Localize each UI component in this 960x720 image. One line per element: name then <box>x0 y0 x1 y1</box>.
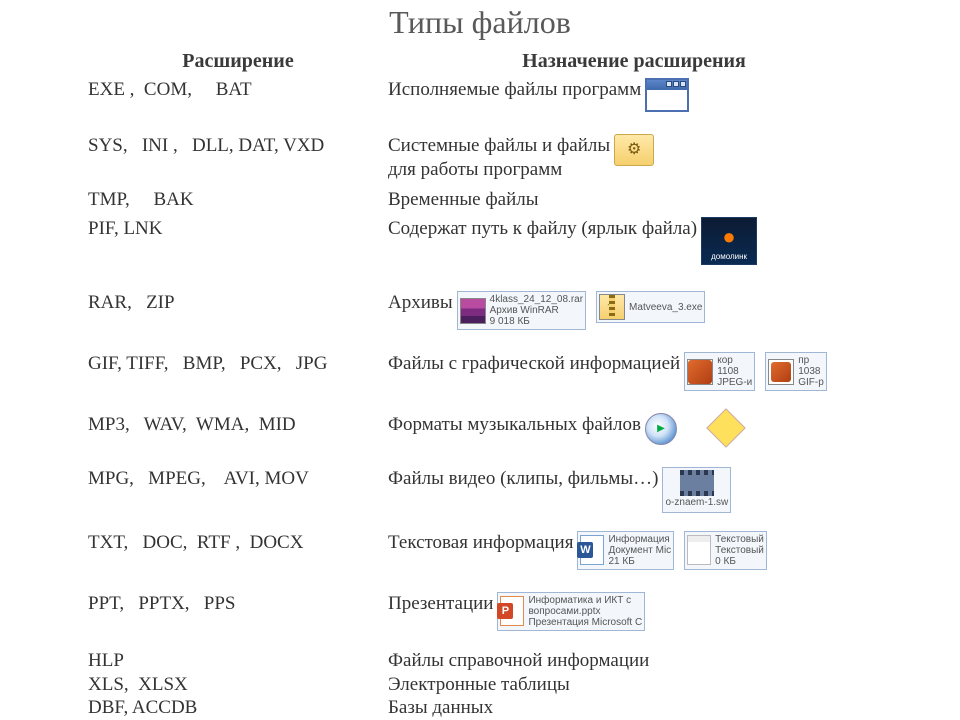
extension-cell: MP3, WAV, WMA, MID <box>88 413 388 437</box>
description-cell: Системные файлы и файлы для работы прогр… <box>388 134 610 182</box>
description-cell: Файлы с графической информацией <box>388 352 680 376</box>
extension-cell: HLP <box>88 649 388 673</box>
word-file-icon: Информация Документ Mic 21 КБ <box>577 531 674 570</box>
table-row: DBF, ACCDB Базы данных <box>88 696 920 720</box>
file-name: Информация <box>608 534 671 545</box>
jpeg-file-icon: кор 1108 JPEG-и <box>684 352 755 391</box>
header-extension: Расширение <box>88 50 388 73</box>
table-row: SYS, INI , DLL, DAT, VXD Системные файлы… <box>88 134 920 182</box>
table-row: MPG, MPEG, AVI, MOV Файлы видео (клипы, … <box>88 467 920 513</box>
table-row: PPT, PPTX, PPS Презентации Информатика и… <box>88 592 920 631</box>
extension-cell: PPT, PPTX, PPS <box>88 592 388 616</box>
video-file-icon: o-znaem-1.sw <box>662 467 731 513</box>
extension-cell: EXE , COM, BAT <box>88 78 388 102</box>
gif-file-icon: пр 1038 GIF-р <box>765 352 827 391</box>
ppt-file-icon: Информатика и ИКТ с вопросами.pptx Презе… <box>497 592 645 631</box>
file-name: Информатика и ИКТ с <box>528 595 642 606</box>
table-row: RAR, ZIP Архивы 4klass_24_12_08.rar Архи… <box>88 291 920 330</box>
table-row: EXE , COM, BAT Исполняемые файлы програм… <box>88 78 920 112</box>
description-cell: Текстовая информация <box>388 531 573 555</box>
file-name: o-znaem-1.sw <box>665 497 728 510</box>
description-cell: Архивы <box>388 291 453 315</box>
description-cell: Презентации <box>388 592 493 616</box>
file-name: Matveeva_3.exe <box>629 302 702 313</box>
table-header: Расширение Назначение расширения <box>88 50 880 73</box>
window-icon <box>645 78 689 112</box>
file-name: пр <box>798 355 824 366</box>
rar-file-icon: 4klass_24_12_08.rar Архив WinRAR 9 018 К… <box>457 291 586 330</box>
extension-cell: PIF, LNK <box>88 217 388 241</box>
table-row: XLS, XLSX Электронные таблицы <box>88 673 920 697</box>
file-size: 9 018 КБ <box>490 316 583 327</box>
zip-file-icon: Matveeva_3.exe <box>596 291 705 323</box>
extension-cell: SYS, INI , DLL, DAT, VXD <box>88 134 388 158</box>
txt-file-icon: Текстовый Текстовый 0 КБ <box>684 531 767 570</box>
table-row: GIF, TIFF, BMP, PCX, JPG Файлы с графиче… <box>88 352 920 391</box>
table-row: HLP Файлы справочной информации <box>88 649 920 673</box>
extension-cell: XLS, XLSX <box>88 673 388 697</box>
table-row: MP3, WAV, WMA, MID Форматы музыкальных ф… <box>88 413 920 445</box>
extension-cell: MPG, MPEG, AVI, MOV <box>88 467 388 491</box>
description-cell: Содержат путь к файлу (ярлык файла) <box>388 217 697 241</box>
description-cell: Форматы музыкальных файлов <box>388 413 641 437</box>
description-cell: Исполняемые файлы программ <box>388 78 641 102</box>
description-cell: Файлы видео (клипы, фильмы…) <box>388 467 658 491</box>
file-type: Архив WinRAR <box>490 305 583 316</box>
table-row: TXT, DOC, RTF , DOCX Текстовая информаци… <box>88 531 920 570</box>
table-body: EXE , COM, BAT Исполняемые файлы програм… <box>88 78 920 720</box>
system-folder-icon <box>614 134 654 166</box>
file-name: 4klass_24_12_08.rar <box>490 294 583 305</box>
extension-cell: GIF, TIFF, BMP, PCX, JPG <box>88 352 388 376</box>
description-cell: Временные файлы <box>388 188 539 212</box>
extension-cell: RAR, ZIP <box>88 291 388 315</box>
description-cell: Электронные таблицы <box>388 673 570 697</box>
file-name: Текстовый <box>715 534 764 545</box>
extension-cell: DBF, ACCDB <box>88 696 388 720</box>
extension-cell: TMP, BAK <box>88 188 388 212</box>
page-title: Типы файлов <box>0 4 960 41</box>
header-description: Назначение расширения <box>388 50 880 73</box>
extension-cell: TXT, DOC, RTF , DOCX <box>88 531 388 555</box>
media-player-icon <box>645 413 677 445</box>
shortcut-icon: домолинк <box>701 217 757 265</box>
music-tag-icon <box>711 413 741 443</box>
description-cell: Базы данных <box>388 696 493 720</box>
file-name: кор <box>717 355 752 366</box>
table-row: PIF, LNK Содержат путь к файлу (ярлык фа… <box>88 217 920 265</box>
table-row: TMP, BAK Временные файлы <box>88 188 920 212</box>
description-cell: Файлы справочной информации <box>388 649 649 673</box>
page: Типы файлов Расширение Назначение расшир… <box>0 0 960 720</box>
